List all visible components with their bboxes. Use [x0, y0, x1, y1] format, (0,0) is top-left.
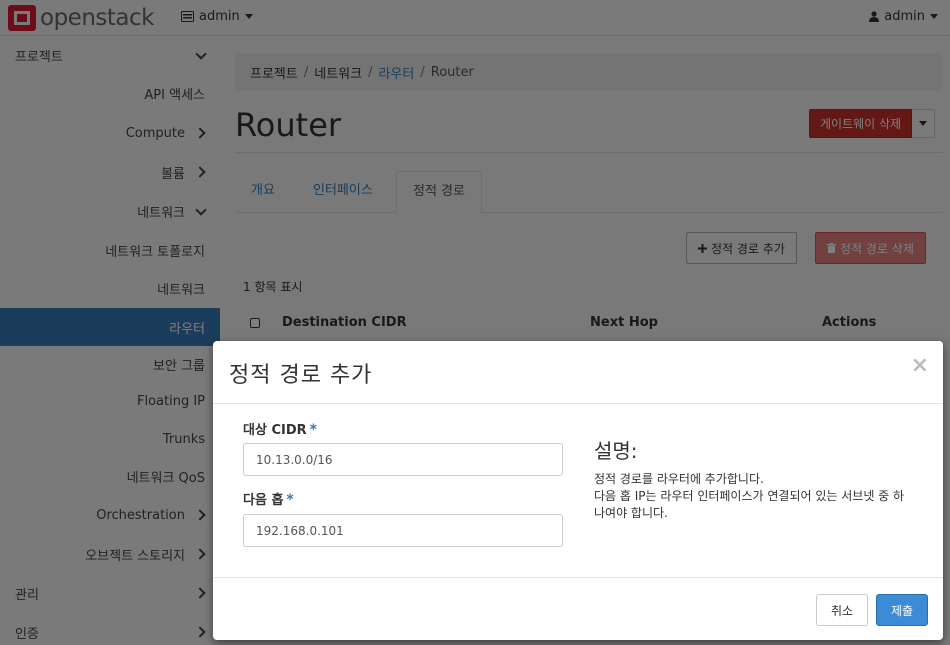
destination-cidr-label-text: 대상 CIDR: [243, 423, 307, 438]
submit-button[interactable]: 제출: [876, 594, 928, 626]
description-title: 설명:: [594, 439, 638, 463]
add-static-route-modal: 정적 경로 추가 × 대상 CIDR * 10.13.0.0/16 다음 홉 * 1…: [213, 341, 943, 640]
cancel-button[interactable]: 취소: [816, 594, 868, 626]
modal-title: 정적 경로 추가: [229, 363, 373, 388]
destination-cidr-label: 대상 CIDR *: [243, 419, 317, 438]
next-hop-input[interactable]: 192.168.0.101: [243, 514, 563, 547]
destination-cidr-input[interactable]: 10.13.0.0/16: [243, 443, 563, 476]
description-line: 정적 경로를 라우터에 추가합니다.: [594, 472, 764, 486]
close-icon[interactable]: ×: [911, 353, 929, 378]
required-asterisk-icon: *: [286, 492, 294, 508]
required-asterisk-icon: *: [309, 422, 317, 438]
description-body: 정적 경로를 라우터에 추가합니다. 다음 홉 IP는 라우터 인터페이스가 연…: [594, 471, 914, 522]
next-hop-label-text: 다음 홉: [243, 493, 284, 508]
modal-header: 정적 경로 추가 ×: [213, 341, 943, 404]
next-hop-label: 다음 홉 *: [243, 489, 294, 508]
modal-footer: 취소 제출: [213, 577, 943, 640]
description-line: 다음 홉 IP는 라우터 인터페이스가 연결되어 있는 서브넷 중 하나여야 합…: [594, 489, 905, 520]
